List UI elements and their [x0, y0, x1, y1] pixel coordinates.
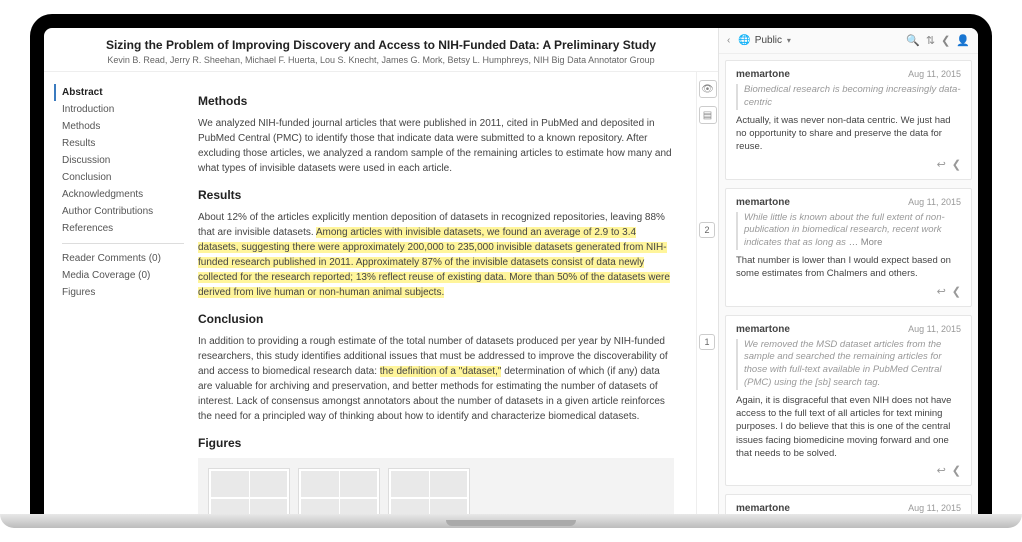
toc-item-media-coverage[interactable]: Media Coverage (0) — [62, 267, 184, 284]
globe-icon: 🌐 — [738, 35, 750, 46]
annotation-body: That number is lower than I would expect… — [736, 254, 961, 281]
annotation-count-badge[interactable]: 1 — [699, 334, 715, 350]
annotation-date: Aug 11, 2015 — [908, 197, 961, 208]
article-body: Methods We analyzed NIH-funded journal a… — [194, 72, 696, 514]
annotation-quote: While little is known about the full ext… — [736, 212, 961, 250]
toc-item-acknowledgments[interactable]: Acknowledgments — [62, 186, 184, 203]
annotation-date: Aug 11, 2015 — [908, 324, 961, 335]
share-icon[interactable]: ❮ — [952, 159, 961, 171]
methods-paragraph: We analyzed NIH-funded journal articles … — [198, 116, 674, 176]
highlighted-text[interactable]: the definition of a "dataset," — [380, 366, 502, 377]
toc-item-abstract[interactable]: Abstract — [54, 84, 184, 101]
annotation-card[interactable]: memartone Aug 11, 2015 Biomedical research… — [725, 60, 972, 180]
toc-item-author-contributions[interactable]: Author Contributions — [62, 203, 184, 220]
reply-icon[interactable]: ↩ — [937, 465, 946, 477]
eye-icon[interactable]: 👁 — [699, 80, 717, 98]
table-of-contents: Abstract Introduction Methods Results Di… — [44, 72, 194, 514]
annotation-rail: 👁 ▤ 2 1 — [696, 72, 718, 514]
sort-icon[interactable]: ⇅ — [926, 34, 935, 47]
section-heading-conclusion: Conclusion — [198, 310, 674, 328]
note-icon[interactable]: ▤ — [699, 106, 717, 124]
annotation-user[interactable]: memartone — [736, 69, 790, 80]
annotation-date: Aug 11, 2015 — [908, 69, 961, 80]
figure-thumbnail[interactable] — [298, 468, 380, 514]
article-title: Sizing the Problem of Improving Discover… — [52, 38, 710, 52]
figure-thumbnail[interactable] — [208, 468, 290, 514]
results-paragraph: About 12% of the articles explicitly men… — [198, 210, 674, 300]
annotation-quote: Biomedical research is becoming increasi… — [736, 84, 961, 110]
main-column: Sizing the Problem of Improving Discover… — [44, 28, 718, 514]
share-icon[interactable]: ❮ — [941, 34, 950, 47]
toc-item-discussion[interactable]: Discussion — [62, 152, 184, 169]
toc-item-introduction[interactable]: Introduction — [62, 101, 184, 118]
figure-thumbnail[interactable] — [388, 468, 470, 514]
annotation-card[interactable]: memartoneAug 11, 2015We selected the NIH… — [725, 494, 972, 514]
reply-icon[interactable]: ↩ — [937, 159, 946, 171]
toc-item-conclusion[interactable]: Conclusion — [62, 169, 184, 186]
toc-item-references[interactable]: References — [62, 220, 184, 237]
annotation-list: memartone Aug 11, 2015 Biomedical research… — [719, 54, 978, 514]
toc-item-methods[interactable]: Methods — [62, 118, 184, 135]
figures-carousel — [198, 458, 674, 514]
sidebar-toolbar: ‹ 🌐 Public ▾ 🔍 ⇅ ❮ 👤 — [719, 28, 978, 54]
chevron-down-icon: ▾ — [787, 36, 791, 45]
section-heading-results: Results — [198, 186, 674, 204]
section-heading-figures: Figures — [198, 434, 674, 452]
share-icon[interactable]: ❮ — [952, 286, 961, 298]
toc-item-results[interactable]: Results — [62, 135, 184, 152]
annotation-sidebar: ‹ 🌐 Public ▾ 🔍 ⇅ ❮ 👤 memartone Aug 11, 20… — [718, 28, 978, 514]
collapse-sidebar-icon[interactable]: ‹ — [727, 35, 730, 46]
annotation-card[interactable]: memartone Aug 11, 2015 We removed the MSD … — [725, 315, 972, 487]
annotation-user[interactable]: memartone — [736, 324, 790, 335]
article-authors: Kevin B. Read, Jerry R. Sheehan, Michael… — [52, 55, 710, 65]
visibility-dropdown[interactable]: Public ▾ — [755, 35, 791, 46]
annotation-card[interactable]: memartone Aug 11, 2015 While little is kno… — [725, 188, 972, 307]
annotation-body: Again, it is disgraceful that even NIH d… — [736, 394, 961, 460]
annotation-user[interactable]: memartone — [736, 503, 790, 514]
annotation-date: Aug 11, 2015 — [908, 503, 961, 514]
annotation-quote: We removed the MSD dataset articles from… — [736, 339, 961, 390]
annotation-user[interactable]: memartone — [736, 197, 790, 208]
toc-item-reader-comments[interactable]: Reader Comments (0) — [62, 250, 184, 267]
annotation-count-badge[interactable]: 2 — [699, 222, 715, 238]
conclusion-paragraph: In addition to providing a rough estimat… — [198, 334, 674, 424]
section-heading-methods: Methods — [198, 92, 674, 110]
annotation-body: Actually, it was never non-data centric.… — [736, 114, 961, 154]
search-icon[interactable]: 🔍 — [906, 34, 920, 47]
toc-item-figures[interactable]: Figures — [62, 284, 184, 301]
share-icon[interactable]: ❮ — [952, 465, 961, 477]
article-header: Sizing the Problem of Improving Discover… — [44, 28, 718, 72]
reply-icon[interactable]: ↩ — [937, 286, 946, 298]
more-link[interactable]: … More — [846, 237, 882, 248]
account-icon[interactable]: 👤 — [956, 34, 970, 47]
